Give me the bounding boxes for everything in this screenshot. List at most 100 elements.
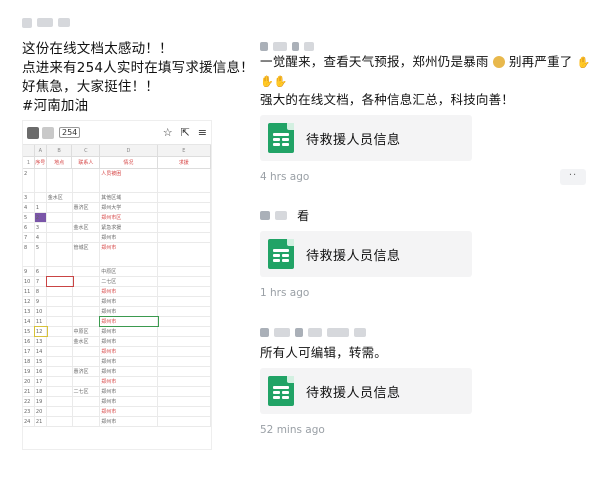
table-cell[interactable] bbox=[47, 297, 73, 306]
table-cell[interactable] bbox=[47, 233, 73, 242]
table-cell[interactable]: 8 bbox=[23, 243, 35, 266]
table-cell[interactable] bbox=[47, 367, 73, 376]
table-row[interactable]: 16 13 金水区 郑州市 bbox=[23, 337, 211, 347]
table-cell[interactable] bbox=[47, 377, 73, 386]
table-cell[interactable] bbox=[158, 297, 211, 306]
more-options-button[interactable]: ·· bbox=[560, 169, 586, 185]
star-icon[interactable]: ☆ bbox=[163, 126, 173, 139]
table-cell[interactable]: 16 bbox=[35, 367, 47, 376]
table-row[interactable]: 21 18 二七区 郑州市 bbox=[23, 387, 211, 397]
table-cell[interactable]: 二七区 bbox=[73, 387, 101, 396]
table-cell[interactable]: 20 bbox=[23, 377, 35, 386]
table-cell[interactable] bbox=[47, 417, 73, 426]
column-header[interactable]: D bbox=[100, 145, 158, 156]
table-row[interactable]: 17 14 郑州市 bbox=[23, 347, 211, 357]
table-cell[interactable] bbox=[47, 407, 73, 416]
table-cell[interactable]: 郑州市 bbox=[100, 337, 158, 346]
table-cell[interactable]: 7 bbox=[23, 233, 35, 242]
menu-icon[interactable]: ≡ bbox=[198, 126, 207, 139]
table-row[interactable]: 9 6 中原区 bbox=[23, 267, 211, 277]
table-row[interactable]: 22 19 郑州市 bbox=[23, 397, 211, 407]
table-cell[interactable] bbox=[47, 347, 73, 356]
table-cell[interactable]: 8 bbox=[35, 287, 47, 296]
column-header[interactable]: A bbox=[35, 145, 47, 156]
table-cell[interactable] bbox=[158, 397, 211, 406]
table-cell[interactable] bbox=[158, 287, 211, 296]
table-cell[interactable]: 13 bbox=[23, 307, 35, 316]
table-cell[interactable] bbox=[158, 277, 211, 286]
table-cell[interactable] bbox=[47, 267, 73, 276]
table-cell[interactable]: 4 bbox=[35, 233, 47, 242]
table-cell[interactable]: 6 bbox=[35, 267, 47, 276]
table-cell[interactable]: 16 bbox=[23, 337, 35, 346]
table-row[interactable]: 23 20 郑州市 bbox=[23, 407, 211, 417]
table-cell[interactable] bbox=[73, 307, 101, 316]
table-cell[interactable]: 13 bbox=[35, 337, 47, 346]
doc-link-card[interactable]: 待救援人员信息 bbox=[260, 368, 472, 414]
table-cell[interactable] bbox=[158, 317, 211, 326]
table-cell[interactable] bbox=[73, 267, 101, 276]
table-cell[interactable] bbox=[73, 277, 101, 286]
table-cell[interactable]: 郑州大学 bbox=[100, 203, 158, 212]
table-cell[interactable]: 4 bbox=[23, 203, 35, 212]
table-cell[interactable] bbox=[73, 417, 101, 426]
table-cell[interactable]: 郑州市 bbox=[100, 397, 158, 406]
table-cell[interactable] bbox=[73, 233, 101, 242]
table-cell[interactable]: 15 bbox=[35, 357, 47, 366]
table-cell[interactable] bbox=[47, 397, 73, 406]
table-cell[interactable] bbox=[47, 213, 73, 222]
table-cell[interactable]: 郑州市 bbox=[100, 357, 158, 366]
table-cell[interactable] bbox=[158, 267, 211, 276]
table-cell[interactable] bbox=[158, 243, 211, 266]
table-cell[interactable]: 2 bbox=[34, 213, 47, 222]
table-cell[interactable] bbox=[158, 367, 211, 376]
table-cell[interactable]: 二七区 bbox=[100, 277, 158, 286]
table-cell[interactable] bbox=[158, 387, 211, 396]
share-icon[interactable]: ⇱ bbox=[181, 126, 190, 139]
table-cell[interactable]: 惠济区 bbox=[73, 203, 101, 212]
table-cell[interactable]: 中原区 bbox=[73, 327, 101, 336]
table-cell[interactable]: 11 bbox=[23, 287, 35, 296]
table-row[interactable]: 10 7 二七区 bbox=[23, 276, 211, 287]
table-cell[interactable]: 12 bbox=[33, 326, 48, 337]
table-cell[interactable]: 20 bbox=[35, 407, 47, 416]
table-cell[interactable] bbox=[158, 357, 211, 366]
table-cell[interactable]: 21 bbox=[35, 417, 47, 426]
table-cell[interactable]: 24 bbox=[23, 417, 35, 426]
table-row[interactable]: 20 17 郑州市 bbox=[23, 377, 211, 387]
table-cell[interactable] bbox=[158, 169, 211, 192]
table-cell[interactable]: 10 bbox=[35, 307, 47, 316]
table-cell[interactable]: 18 bbox=[35, 387, 47, 396]
table-cell[interactable]: 郑州市 bbox=[100, 347, 158, 356]
table-row[interactable]: 2 人员被困 bbox=[23, 169, 211, 193]
table-cell[interactable] bbox=[158, 223, 211, 232]
table-cell[interactable] bbox=[47, 287, 73, 296]
doc-link-card[interactable]: 待救援人员信息 bbox=[260, 115, 472, 161]
table-cell[interactable]: 3 bbox=[35, 223, 47, 232]
table-cell[interactable]: 2 bbox=[23, 169, 35, 192]
table-cell[interactable]: 其他区域 bbox=[100, 193, 158, 202]
table-cell[interactable]: 郑州市 bbox=[99, 316, 159, 327]
table-cell[interactable] bbox=[47, 317, 73, 326]
hashtag-link[interactable]: #河南加油 bbox=[22, 97, 248, 116]
table-cell[interactable] bbox=[158, 417, 211, 426]
table-cell[interactable] bbox=[47, 307, 73, 316]
table-cell[interactable] bbox=[73, 357, 101, 366]
table-cell[interactable] bbox=[73, 377, 101, 386]
table-cell[interactable]: 7 bbox=[35, 277, 47, 286]
table-cell[interactable]: 6 bbox=[23, 223, 35, 232]
table-row[interactable]: 14 11 郑州市 bbox=[23, 316, 211, 327]
table-cell[interactable]: 郑州市 bbox=[100, 327, 158, 336]
table-cell[interactable]: 人员被困 bbox=[100, 169, 158, 192]
table-cell[interactable]: 14 bbox=[23, 317, 35, 326]
table-cell[interactable]: 12 bbox=[23, 297, 35, 306]
table-cell[interactable]: 14 bbox=[35, 347, 47, 356]
table-cell[interactable]: 郑州市区 bbox=[100, 213, 158, 222]
table-cell[interactable]: 19 bbox=[23, 367, 35, 376]
table-cell[interactable] bbox=[73, 317, 101, 326]
table-cell[interactable]: 金水区 bbox=[47, 193, 73, 202]
table-cell[interactable]: 9 bbox=[35, 297, 47, 306]
table-cell[interactable]: 郑州市 bbox=[100, 417, 158, 426]
table-cell[interactable]: 1 bbox=[35, 203, 47, 212]
table-cell[interactable] bbox=[158, 233, 211, 242]
